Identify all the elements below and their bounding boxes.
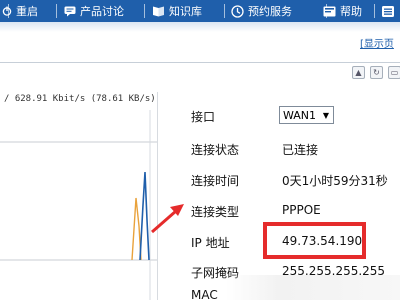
blurred-region: [226, 275, 400, 300]
arrow-shaft: [151, 209, 177, 234]
annotation-arrow: [151, 204, 184, 234]
